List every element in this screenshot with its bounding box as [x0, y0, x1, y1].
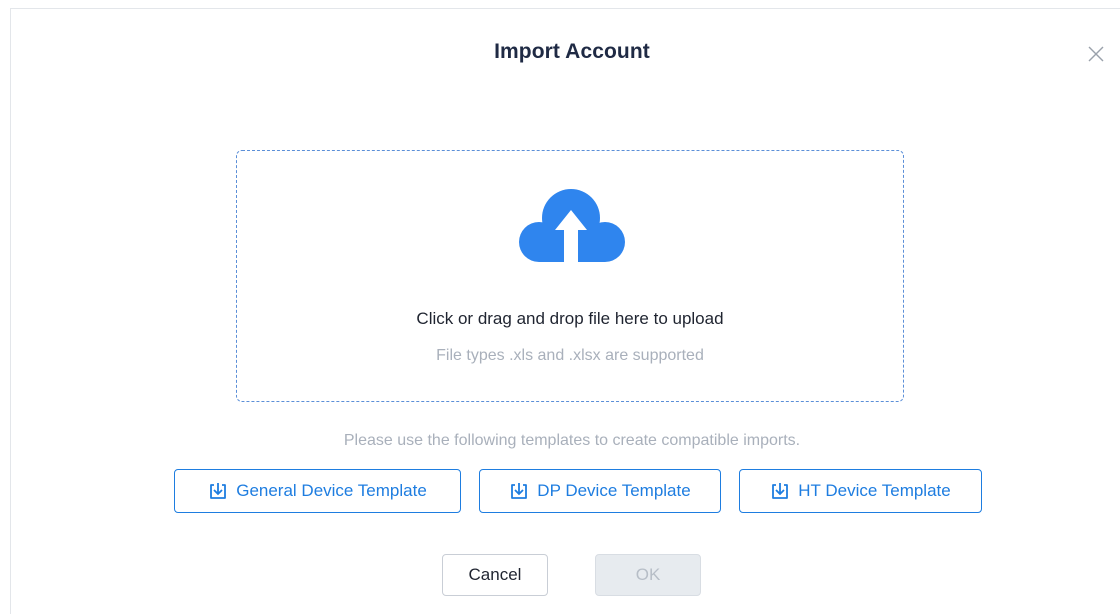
general-device-template-label: General Device Template	[236, 481, 427, 500]
ok-button[interactable]: OK	[595, 554, 701, 596]
dropzone-instruction: Click or drag and drop file here to uplo…	[416, 309, 724, 328]
download-icon	[772, 483, 789, 499]
import-account-dialog: Import Account Click or drag and drop fi…	[0, 0, 1120, 614]
dp-device-template-button[interactable]: DP Device Template	[479, 469, 721, 513]
download-icon	[210, 483, 227, 499]
dialog-border-top	[10, 8, 1120, 9]
dp-device-template-label: DP Device Template	[537, 481, 691, 500]
general-device-template-button[interactable]: General Device Template	[174, 469, 461, 513]
close-icon	[1088, 46, 1104, 62]
close-button[interactable]	[1084, 42, 1108, 66]
cloud-upload-icon	[519, 189, 625, 262]
ht-device-template-button[interactable]: HT Device Template	[739, 469, 982, 513]
dialog-title: Import Account	[494, 40, 650, 63]
download-icon	[511, 483, 528, 499]
dropzone-file-types: File types .xls and .xlsx are supported	[436, 347, 704, 364]
ht-device-template-label: HT Device Template	[798, 481, 951, 500]
cancel-button[interactable]: Cancel	[442, 554, 548, 596]
templates-hint: Please use the following templates to cr…	[343, 432, 801, 449]
dialog-border-left	[10, 8, 11, 614]
